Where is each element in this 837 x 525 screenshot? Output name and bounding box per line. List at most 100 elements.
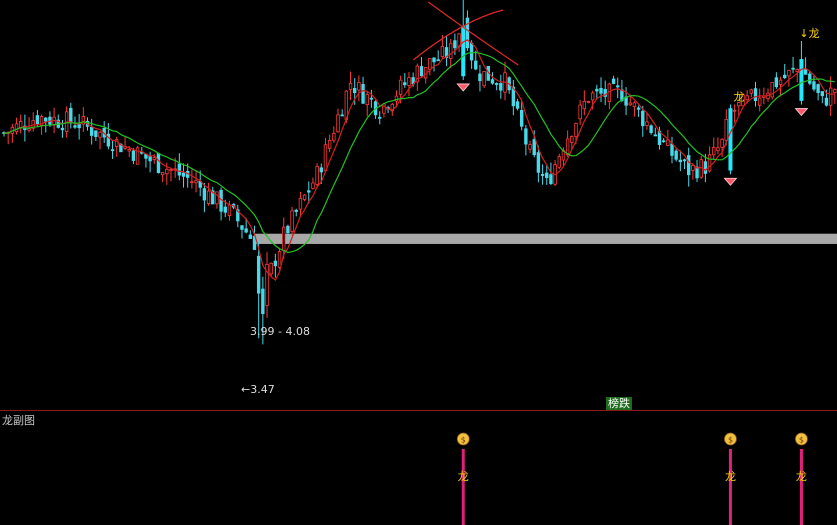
signal-diamond-icon xyxy=(723,177,738,186)
candle-body xyxy=(273,260,278,267)
candle-body xyxy=(820,91,824,97)
candle-body xyxy=(432,57,436,63)
candle-body xyxy=(449,43,453,59)
candle-body xyxy=(678,159,683,163)
candle-body xyxy=(745,95,749,101)
candle-body xyxy=(315,165,319,185)
dragon-mark: 龙 xyxy=(733,91,744,104)
candle-body xyxy=(319,167,323,173)
candle-body xyxy=(578,104,582,120)
candle-body xyxy=(298,197,303,210)
candle-body xyxy=(724,119,728,141)
candle-body xyxy=(557,156,561,168)
candle-body xyxy=(14,123,19,133)
candle-body xyxy=(89,126,94,136)
candle-body xyxy=(661,140,666,143)
candle-body xyxy=(828,87,833,106)
candle-body xyxy=(515,101,520,109)
candle-body xyxy=(98,131,102,138)
candle-body xyxy=(749,89,754,94)
candle-body xyxy=(165,168,169,175)
candle-body xyxy=(152,157,156,160)
money-bag-glyph: $ xyxy=(728,436,733,445)
candle-body xyxy=(549,174,553,185)
candle-body xyxy=(348,82,353,90)
candle-body xyxy=(244,228,248,233)
candle-body xyxy=(181,172,186,177)
candle-body xyxy=(570,136,574,143)
candle-body xyxy=(803,68,808,75)
candle-body xyxy=(461,26,466,77)
candle-body xyxy=(645,121,649,126)
candle-body xyxy=(206,190,211,204)
candle-body xyxy=(357,82,361,91)
candle-body xyxy=(482,71,486,87)
candle-body xyxy=(440,45,445,58)
signal-bar xyxy=(799,449,803,525)
candle-body xyxy=(707,154,712,172)
candle-body xyxy=(816,84,820,93)
candle-body xyxy=(728,108,733,171)
candle-body xyxy=(332,132,336,141)
candle-body xyxy=(327,140,332,149)
sub-dragon-mark: 龙 xyxy=(725,470,736,483)
signal-diamond-icon xyxy=(794,108,809,117)
candle-body xyxy=(791,67,795,70)
candle-body xyxy=(653,134,657,137)
candle-body xyxy=(757,97,762,106)
candle-body xyxy=(628,102,632,106)
candle-body xyxy=(378,116,382,119)
signal-bar xyxy=(728,449,732,525)
candle-body xyxy=(687,155,691,176)
candle-body xyxy=(160,172,165,176)
candle-body xyxy=(110,149,115,152)
candle-body xyxy=(524,128,528,145)
candle-body xyxy=(127,149,131,152)
candle-body xyxy=(215,191,219,205)
money-bag-glyph: $ xyxy=(799,436,804,445)
candle-body xyxy=(595,88,599,92)
candle-body xyxy=(131,150,136,161)
zone-range-label: 3.99 - 4.08 xyxy=(250,325,310,338)
candle-body xyxy=(286,225,290,234)
candle-body xyxy=(787,70,791,77)
candle-body xyxy=(156,153,161,174)
sub-dragon-mark: 龙 xyxy=(458,470,469,483)
candle-body xyxy=(73,125,77,128)
candle-body xyxy=(60,127,65,131)
candle-body xyxy=(336,114,340,133)
sub-dragon-mark: 龙 xyxy=(796,470,807,483)
candle-body xyxy=(190,181,194,184)
candle-body xyxy=(720,138,724,148)
candle-body xyxy=(202,188,207,201)
candle-body xyxy=(361,84,365,104)
candle-body xyxy=(194,180,198,184)
candle-body xyxy=(436,59,440,62)
middle-badge: 榜跌 xyxy=(606,397,632,410)
candle-body xyxy=(712,147,716,156)
sub-chart: $ 龙 $ 龙 $ 龙 xyxy=(456,432,808,525)
candle-body xyxy=(574,123,578,137)
candle-body xyxy=(465,17,470,49)
candle-body xyxy=(753,88,758,102)
candle-body xyxy=(81,116,86,125)
candle-body xyxy=(490,79,495,84)
candle-body xyxy=(256,255,261,294)
candle-body xyxy=(695,166,699,179)
candle-body xyxy=(223,206,227,213)
candle-body xyxy=(799,59,804,101)
candle-body xyxy=(636,107,641,110)
down-dragon-mark: ↓龙 xyxy=(799,27,819,40)
candle-body xyxy=(632,102,637,107)
candle-body xyxy=(18,121,23,128)
candle-body xyxy=(302,194,307,200)
candle-body xyxy=(528,144,532,150)
candle-body xyxy=(532,139,536,156)
candle-body xyxy=(35,115,40,125)
candle-body xyxy=(682,159,687,162)
candle-body xyxy=(540,173,545,176)
candle-body xyxy=(282,226,286,251)
candle-body xyxy=(691,165,695,171)
candle-body xyxy=(311,182,315,189)
candle-body xyxy=(565,138,570,156)
